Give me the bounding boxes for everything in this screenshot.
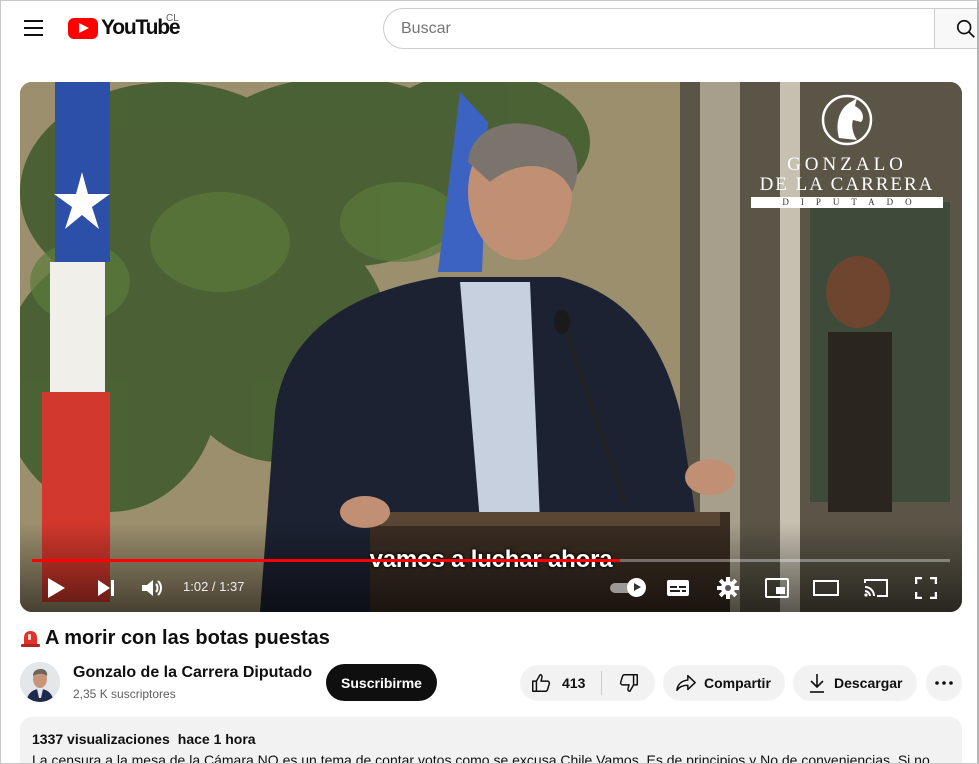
more-horizontal-icon (935, 681, 953, 685)
horse-head-logo-icon (821, 94, 873, 146)
theater-mode-icon (813, 580, 839, 596)
view-count: 1337 visualizaciones (32, 731, 170, 747)
play-button[interactable] (40, 572, 72, 604)
like-dislike-group: 413 (520, 665, 655, 701)
subtitles-icon (667, 580, 689, 596)
subtitles-button[interactable] (662, 572, 694, 604)
fullscreen-button[interactable] (910, 572, 942, 604)
thumbs-down-icon (619, 674, 638, 692)
channel-watermark: GONZALO DE LA CARRERA DIPUTADO (749, 94, 945, 208)
progress-fill (32, 559, 620, 562)
miniplayer-button[interactable] (761, 572, 793, 604)
share-icon (676, 674, 696, 692)
masthead: YouTube CL (0, 0, 979, 56)
channel-name[interactable]: Gonzalo de la Carrera Diputado (73, 664, 312, 682)
download-label: Descargar (834, 675, 903, 691)
watermark-line-2: DE LA CARRERA (759, 174, 935, 195)
gear-icon (717, 577, 739, 599)
description-meta: 1337 visualizaciones hace 1 hora (32, 731, 950, 747)
miniplayer-icon (765, 578, 789, 598)
watermark-line-3: DIPUTADO (751, 197, 943, 208)
police-siren-icon (21, 631, 40, 647)
country-code: CL (166, 13, 179, 24)
progress-bar[interactable] (32, 559, 950, 562)
download-button[interactable]: Descargar (793, 665, 917, 701)
share-label: Compartir (704, 675, 771, 691)
play-icon (48, 578, 65, 598)
video-title-text: A morir con las botas puestas (45, 627, 330, 649)
next-button[interactable] (90, 572, 122, 604)
subscriber-count: 2,35 K suscriptores (73, 687, 176, 701)
download-icon (810, 674, 824, 693)
avatar-image (20, 662, 60, 702)
video-title: A morir con las botas puestas (20, 627, 330, 650)
search-input[interactable] (401, 19, 935, 38)
owner-row: Gonzalo de la Carrera Diputado 2,35 K su… (20, 662, 962, 704)
autoplay-toggle[interactable] (610, 578, 646, 597)
volume-button[interactable] (136, 572, 168, 604)
thumbs-up-icon (532, 674, 551, 692)
search-icon (956, 19, 975, 38)
like-button[interactable]: 413 (520, 665, 601, 701)
share-button[interactable]: Compartir (663, 665, 785, 701)
cast-button[interactable] (860, 572, 892, 604)
search-button[interactable] (934, 8, 979, 49)
channel-avatar[interactable] (20, 662, 60, 702)
youtube-play-logo-icon (68, 17, 98, 39)
settings-button[interactable] (712, 572, 744, 604)
upload-time: hace 1 hora (177, 731, 256, 747)
autoplay-play-icon (627, 578, 646, 597)
description-text: La censura a la mesa de la Cámara NO es … (32, 752, 930, 764)
video-player[interactable]: GONZALO DE LA CARRERA DIPUTADO vamos a l… (20, 82, 962, 612)
theater-mode-button[interactable] (810, 572, 842, 604)
subscribe-button[interactable]: Suscribirme (326, 664, 437, 701)
dislike-button[interactable] (602, 665, 655, 701)
time-display: 1:02 / 1:37 (183, 579, 245, 594)
fullscreen-icon (915, 577, 937, 599)
youtube-logo[interactable]: YouTube (68, 15, 181, 41)
more-actions-button[interactable] (926, 665, 962, 701)
watermark-line-1: GONZALO (787, 154, 907, 175)
volume-icon (142, 580, 162, 596)
search-box (383, 8, 935, 49)
cast-icon (864, 579, 888, 597)
skip-next-icon (98, 580, 114, 596)
like-count: 413 (562, 675, 586, 691)
hamburger-menu-icon[interactable] (17, 12, 49, 44)
description-box[interactable]: 1337 visualizaciones hace 1 hora La censu… (20, 717, 962, 764)
